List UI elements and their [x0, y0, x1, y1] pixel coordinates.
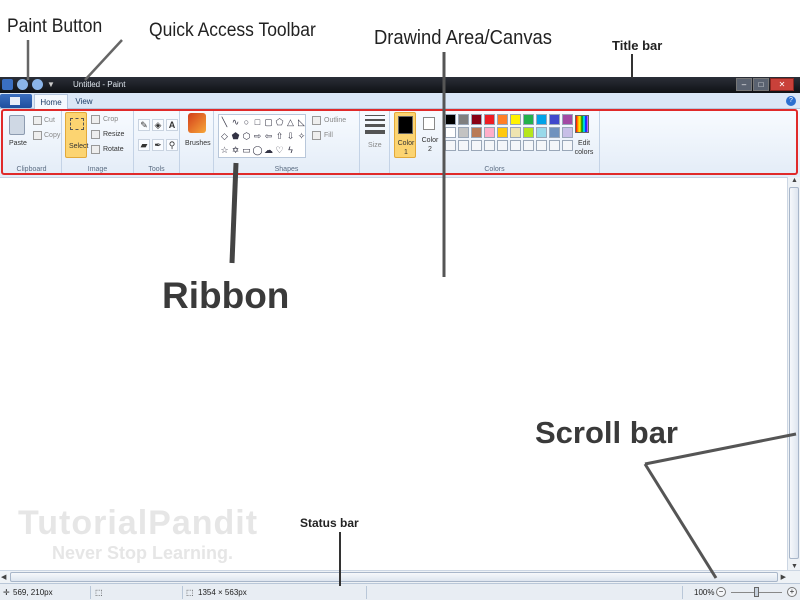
scroll-right-icon[interactable]: ▶ [781, 573, 786, 581]
status-separator [90, 586, 91, 599]
paint-menu-icon [10, 97, 20, 105]
ribbon-highlight-outline [1, 109, 798, 175]
scroll-up-icon[interactable]: ▲ [791, 177, 798, 184]
title-bar: ▼ Untitled - Paint – □ ✕ [0, 77, 800, 93]
paint-button-annotation: Paint Button [7, 16, 103, 37]
scroll-down-icon[interactable]: ▼ [791, 563, 798, 570]
canvas-annotation: Drawind Area/Canvas [374, 27, 552, 49]
watermark-brand: TutorialPandit [18, 504, 259, 542]
status-separator [366, 586, 367, 599]
paint-window-screenshot: ▼ Untitled - Paint – □ ✕ Home View ? Pas… [0, 0, 800, 600]
close-icon[interactable]: ✕ [770, 78, 794, 91]
paint-menu-button[interactable] [0, 94, 32, 108]
horizontal-scrollbar[interactable]: ◀ ▶ [0, 570, 800, 583]
customize-qat-icon[interactable]: ▼ [47, 79, 55, 90]
title-bar-annotation: Title bar [612, 38, 663, 53]
watermark-tagline: Never Stop Learning. [52, 543, 234, 563]
cursor-position-icon: ✛ [3, 588, 10, 597]
status-bar-annotation: Status bar [300, 516, 359, 530]
vertical-scroll-thumb[interactable] [789, 187, 799, 559]
window-controls: – □ ✕ [736, 78, 794, 91]
ribbon-annotation: Ribbon [162, 275, 290, 316]
help-icon[interactable]: ? [786, 96, 796, 106]
canvas-size: 1354 × 563px [198, 588, 247, 597]
status-separator [182, 586, 183, 599]
selection-size-icon: ⬚ [95, 588, 103, 597]
quick-access-toolbar: ▼ [2, 79, 55, 90]
scroll-left-icon[interactable]: ◀ [1, 573, 6, 581]
maximize-icon[interactable]: □ [753, 78, 769, 91]
minimize-icon[interactable]: – [736, 78, 752, 91]
horizontal-scroll-thumb[interactable] [10, 572, 778, 582]
zoom-out-icon[interactable]: − [716, 587, 726, 597]
redo-icon[interactable] [32, 79, 43, 90]
zoom-slider-thumb[interactable] [754, 587, 759, 597]
tab-home[interactable]: Home [34, 94, 68, 109]
qat-arrow [84, 39, 123, 81]
status-bar: ✛ 569, 210px ⬚ ⬚ 1354 × 563px 100% − + [0, 583, 800, 600]
window-title: Untitled - Paint [73, 80, 126, 89]
status-separator [682, 586, 683, 599]
undo-icon[interactable] [17, 79, 28, 90]
ribbon-tab-row: Home View ? [0, 93, 800, 109]
canvas-size-icon: ⬚ [186, 588, 194, 597]
qat-annotation: Quick Access Toolbar [149, 20, 316, 41]
vertical-scrollbar[interactable]: ▲ ▼ [787, 177, 800, 570]
tab-view[interactable]: View [72, 94, 96, 109]
cursor-position: 569, 210px [13, 588, 53, 597]
scroll-bar-annotation: Scroll bar [535, 415, 678, 450]
save-icon[interactable] [2, 79, 13, 90]
zoom-level: 100% [694, 588, 715, 597]
zoom-in-icon[interactable]: + [787, 587, 797, 597]
